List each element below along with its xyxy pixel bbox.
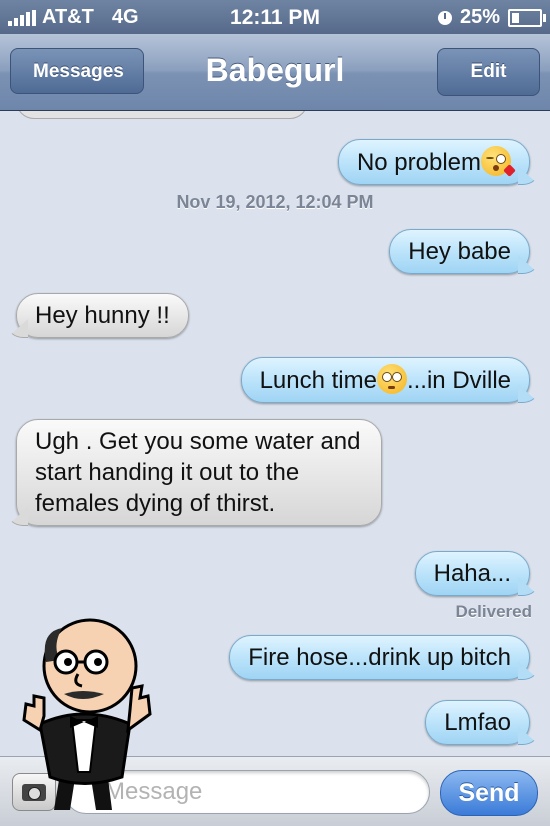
kissing-heart-emoji-icon	[481, 146, 516, 177]
message-bubble-outgoing[interactable]: Lmfao	[425, 700, 530, 745]
nav-bar: Messages Babegurl Edit	[0, 34, 550, 111]
message-bubble-incoming[interactable]: Ugh . Get you some water and start handi…	[16, 419, 382, 526]
battery-percent: 25%	[459, 6, 500, 28]
message-text: Ugh . Get you some water and start handi…	[35, 428, 361, 517]
message-text: Hey hunny !!	[35, 302, 170, 329]
delivered-status: Delivered	[455, 602, 532, 621]
message-text: No problem	[356, 149, 481, 176]
timestamp: Nov 19, 2012, 12:04 PM	[176, 192, 374, 212]
message-text: Lmfao	[444, 709, 511, 736]
message-bubble-outgoing[interactable]: Hey babe	[389, 229, 530, 274]
status-bar: AT&T 4G 12:11 PM 25%	[0, 0, 550, 34]
alarm-clock-icon	[437, 10, 452, 25]
message-bubble-outgoing[interactable]: No problem	[337, 139, 530, 185]
message-bubble-outgoing[interactable]: Haha...	[414, 551, 530, 596]
message-text: Lunch time	[259, 367, 377, 394]
previous-message-bubble	[16, 111, 308, 119]
message-bubble-incoming[interactable]: Hey hunny !!	[16, 293, 189, 338]
send-button[interactable]: Send	[440, 770, 538, 816]
battery-icon	[508, 8, 546, 27]
status-right: 25%	[437, 6, 546, 29]
message-bubble-outgoing[interactable]: Lunch time ...in Dville	[240, 357, 530, 403]
edit-button[interactable]: Edit	[437, 48, 540, 96]
message-text: Haha...	[433, 560, 511, 587]
flushed-emoji-icon	[376, 364, 407, 394]
message-bubble-outgoing[interactable]: Fire hose...drink up bitch	[229, 635, 530, 680]
message-text: Hey babe	[408, 238, 511, 265]
message-text: Fire hose...drink up bitch	[248, 644, 511, 671]
message-text-suffix: ...in Dville	[406, 367, 511, 394]
thumbs-up-mascot-icon	[22, 618, 152, 810]
